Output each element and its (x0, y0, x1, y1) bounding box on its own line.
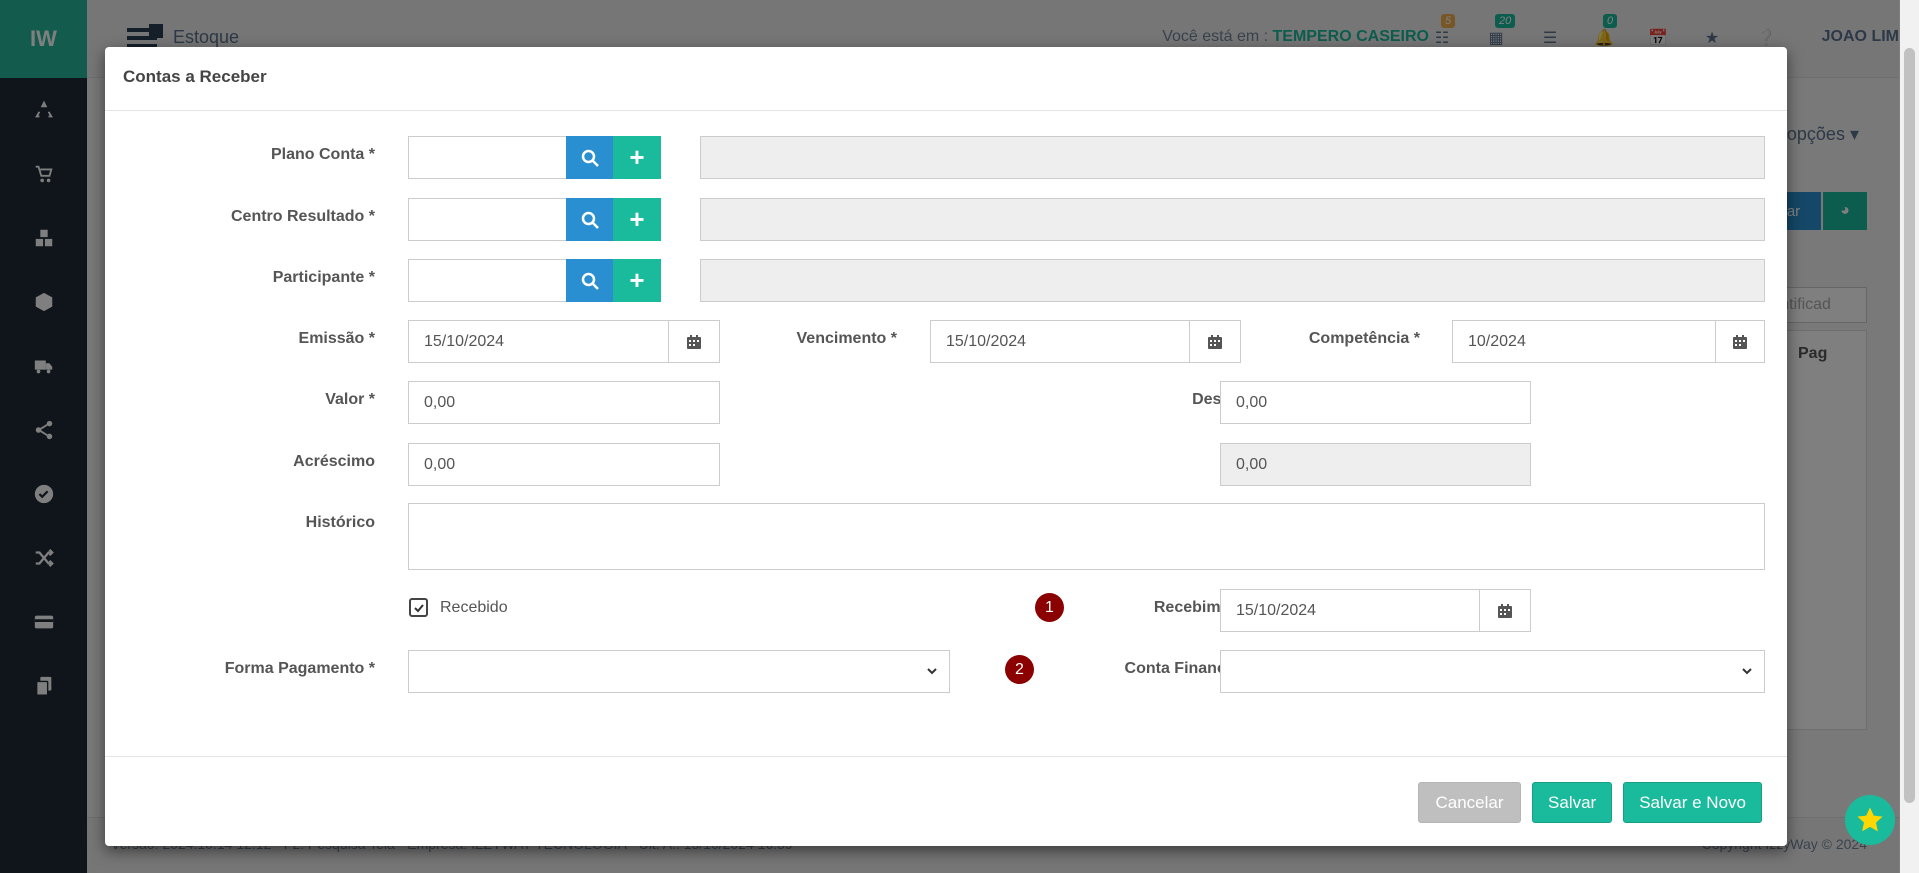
search-icon (581, 149, 599, 167)
calendar-icon (1733, 334, 1747, 349)
search-icon (581, 272, 599, 290)
centro-resultado-description (700, 198, 1765, 241)
calendar-icon (1208, 334, 1222, 349)
modal-actions: Cancelar Salvar Salvar e Novo (1418, 782, 1762, 823)
recebido-label[interactable]: Recebido (440, 599, 508, 617)
modal-header: Contas a Receber (105, 47, 1787, 111)
participante-search-button[interactable] (566, 259, 613, 302)
favorites-star-button[interactable] (1845, 795, 1895, 845)
historico-label: Histórico (305, 514, 375, 531)
plus-icon: + (629, 204, 645, 234)
participante-code-input[interactable] (408, 259, 568, 302)
plus-icon: + (629, 142, 645, 172)
centro-resultado-add-button[interactable]: + (613, 198, 661, 241)
plus-icon: + (629, 265, 645, 295)
recebimento-calendar-button[interactable] (1479, 589, 1531, 632)
desconto-input[interactable]: 0,00 (1220, 381, 1531, 424)
step-badge-2: 2 (1005, 655, 1034, 684)
centro-resultado-search-button[interactable] (566, 198, 613, 241)
vencimento-calendar-button[interactable] (1189, 320, 1241, 363)
emissao-label: Emissão * (298, 330, 375, 347)
plano-conta-label: Plano Conta * (270, 146, 375, 163)
competencia-calendar-button[interactable] (1715, 320, 1765, 363)
modal-title: Contas a Receber (123, 67, 267, 86)
chevron-down-icon (927, 668, 937, 675)
chevron-down-icon (1742, 668, 1752, 675)
scrollbar-thumb[interactable] (1904, 48, 1915, 803)
competencia-label: Competência * (1308, 330, 1420, 347)
participante-add-button[interactable]: + (613, 259, 661, 302)
emissao-date-input[interactable]: 15/10/2024 (408, 320, 669, 363)
historico-textarea[interactable] (408, 503, 1765, 570)
plano-conta-search-button[interactable] (566, 136, 613, 179)
page-scrollbar[interactable] (1900, 0, 1919, 873)
valor-input[interactable]: 0,00 (408, 381, 720, 424)
save-and-new-button[interactable]: Salvar e Novo (1623, 782, 1762, 823)
conta-financeira-select[interactable] (1220, 650, 1765, 693)
search-icon (581, 211, 599, 229)
forma-pagamento-label: Forma Pagamento * (224, 660, 375, 677)
vencimento-label: Vencimento * (796, 330, 897, 347)
participante-description (700, 259, 1765, 302)
forma-pagamento-select[interactable] (408, 650, 950, 693)
acrescimo-label: Acréscimo (293, 453, 375, 470)
plano-conta-description (700, 136, 1765, 179)
vencimento-date-input[interactable]: 15/10/2024 (930, 320, 1190, 363)
step-badge-1: 1 (1035, 593, 1064, 622)
cancel-button[interactable]: Cancelar (1418, 782, 1522, 823)
modal-footer: Cancelar Salvar Salvar e Novo (105, 756, 1787, 846)
recebimento-date-input[interactable]: 15/10/2024 (1220, 589, 1480, 632)
total-value: 0,00 (1220, 443, 1531, 486)
participante-label: Participante * (272, 269, 375, 286)
contas-a-receber-modal: Contas a Receber Plano Conta * + Centro … (105, 47, 1787, 846)
centro-resultado-code-input[interactable] (408, 198, 568, 241)
check-icon (413, 603, 424, 612)
competencia-input[interactable]: 10/2024 (1452, 320, 1716, 363)
plano-conta-code-input[interactable] (408, 136, 568, 179)
emissao-calendar-button[interactable] (668, 320, 720, 363)
valor-label: Valor * (325, 391, 375, 408)
save-button[interactable]: Salvar (1532, 782, 1613, 823)
star-icon (1857, 807, 1883, 832)
centro-resultado-label: Centro Resultado * (230, 208, 375, 225)
acrescimo-input[interactable]: 0,00 (408, 443, 720, 486)
recebido-checkbox[interactable] (409, 598, 428, 617)
calendar-icon (1498, 603, 1512, 618)
plano-conta-add-button[interactable]: + (613, 136, 661, 179)
calendar-icon (687, 334, 701, 349)
